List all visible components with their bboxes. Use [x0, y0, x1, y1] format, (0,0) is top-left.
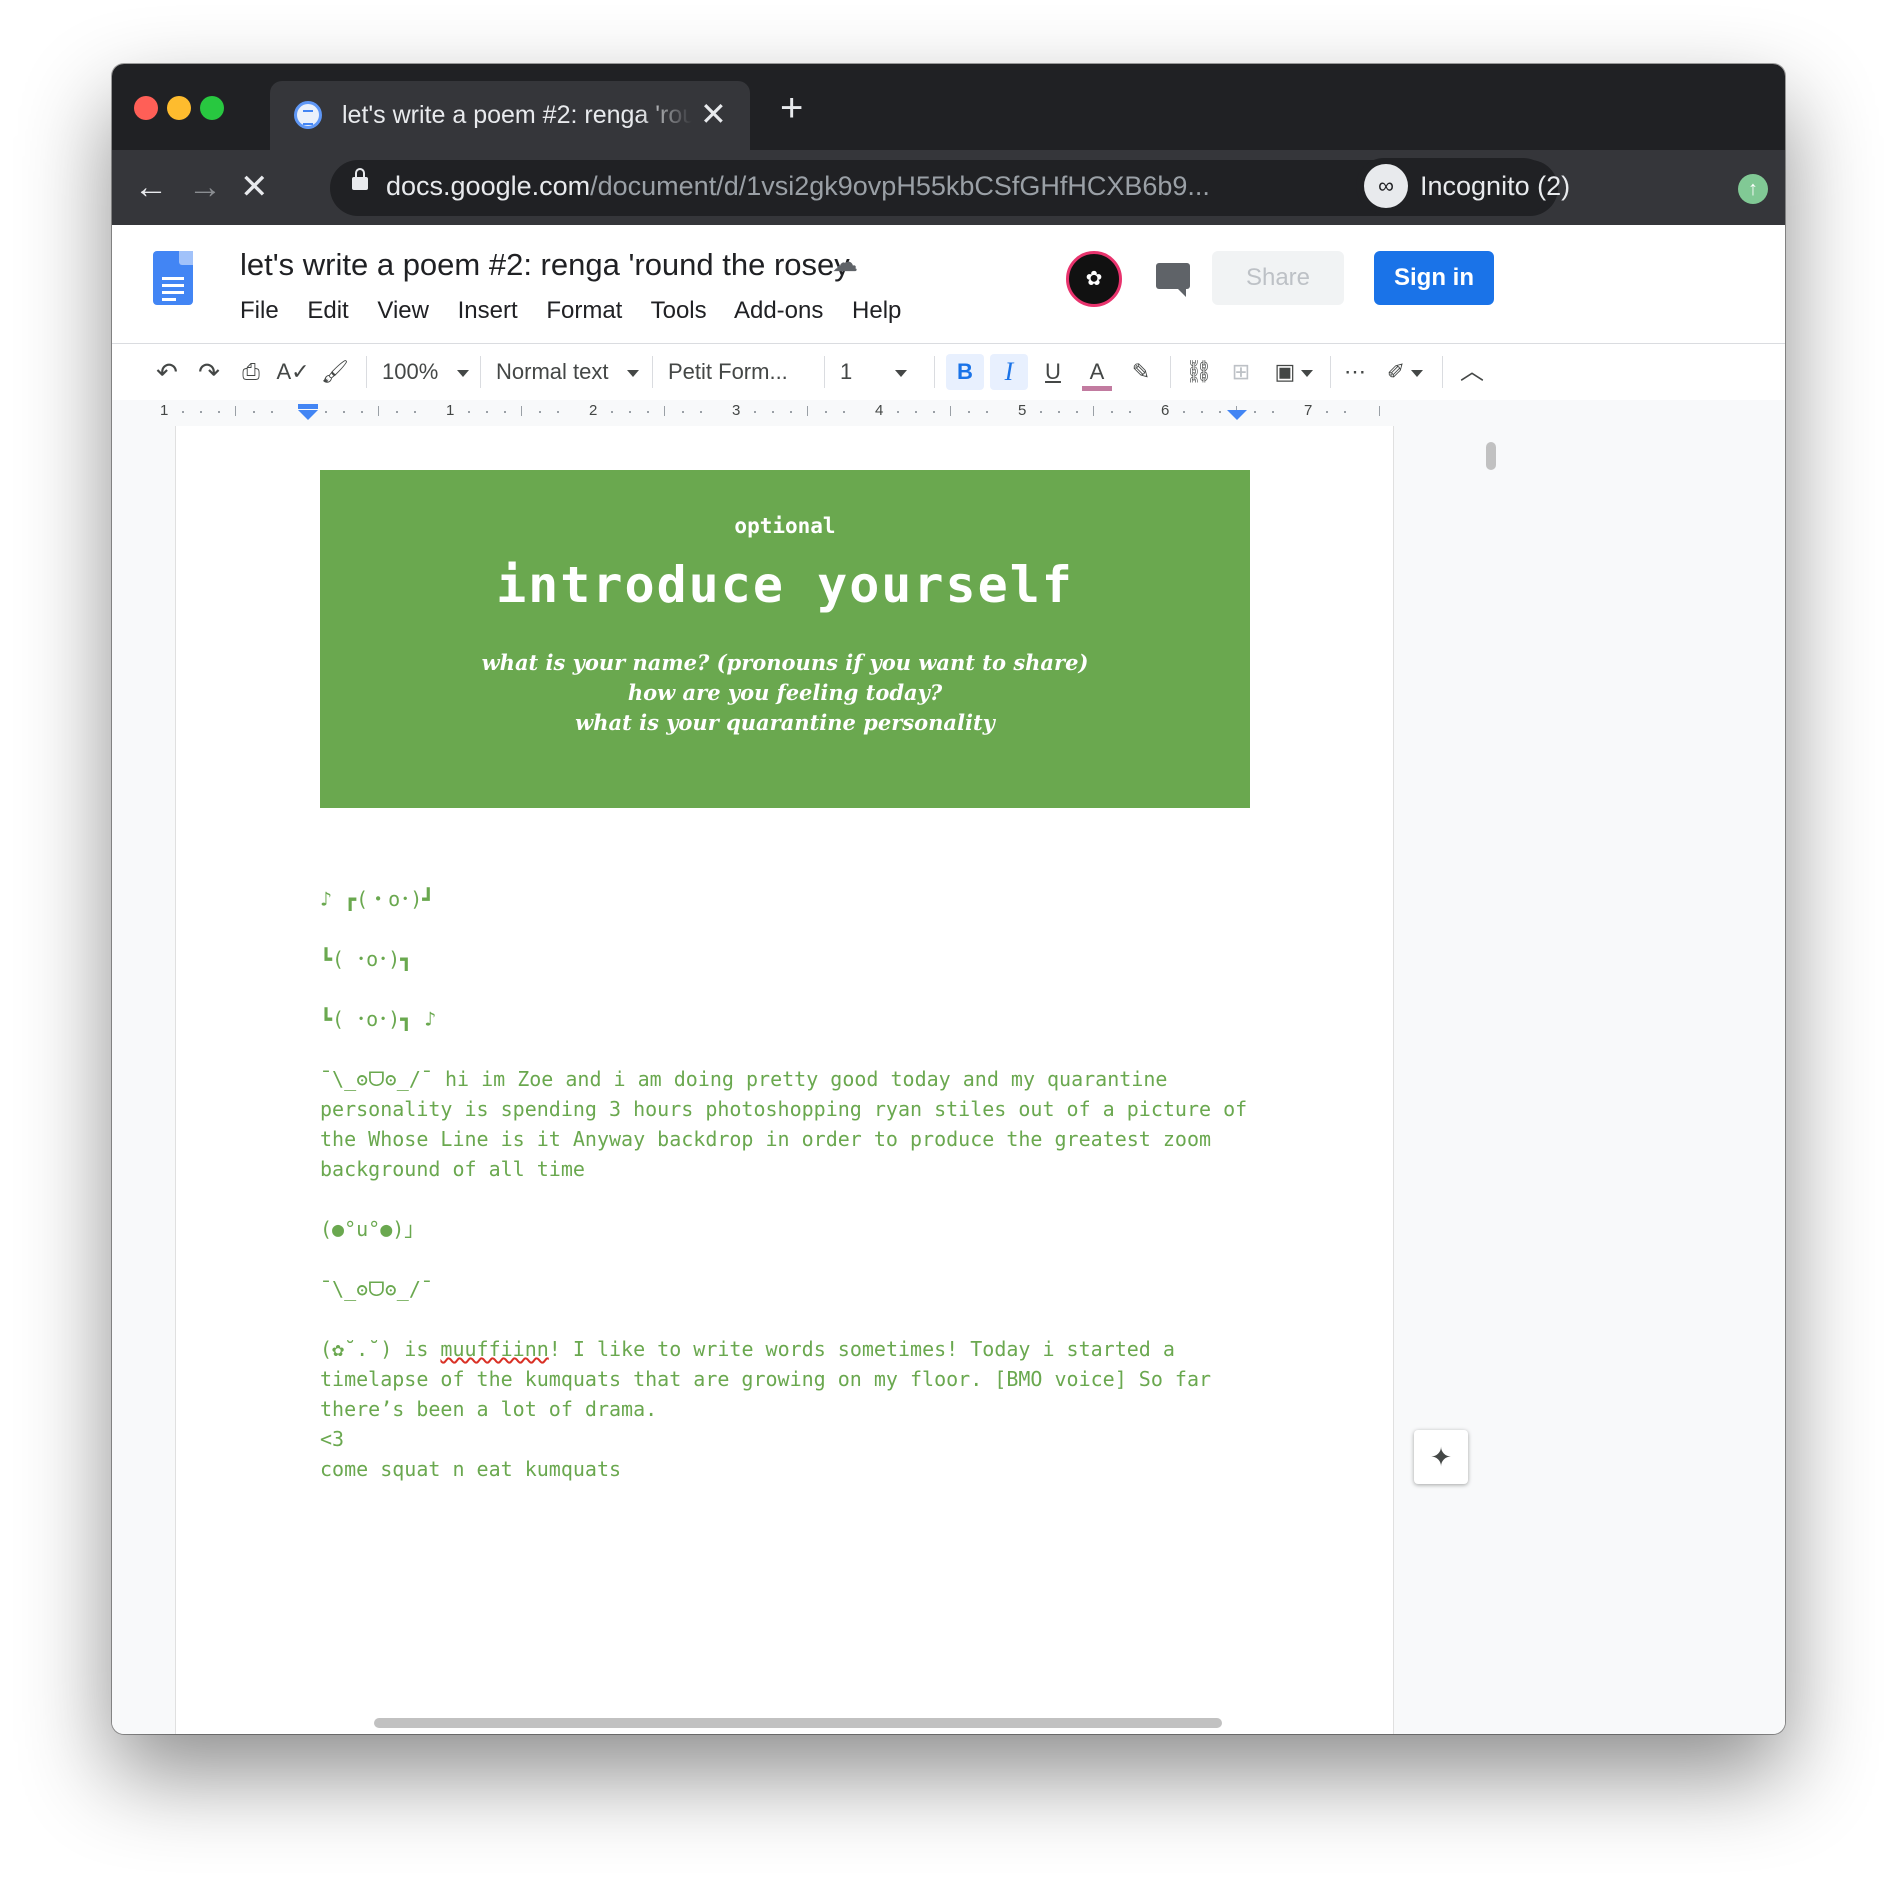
text-line: ¯\_ʘᗜʘ_/¯ — [320, 1277, 433, 1301]
bold-button[interactable]: B — [946, 354, 984, 390]
vertical-scrollbar[interactable] — [1486, 442, 1496, 470]
text-color-button[interactable]: A — [1078, 354, 1116, 391]
insert-link-icon[interactable]: ⛓ — [1180, 354, 1218, 390]
share-button[interactable]: Share — [1212, 251, 1344, 305]
incognito-icon: ∞ — [1364, 164, 1408, 208]
menu-insert[interactable]: Insert — [458, 297, 518, 324]
incognito-profile-button[interactable]: ∞ Incognito (2) — [1356, 158, 1570, 214]
intro-paragraph: (✿˘.˘) is muuffiinn! I like to write wor… — [320, 1337, 1212, 1421]
text-line: ┗( ･o･)┓ — [320, 947, 413, 971]
banner-question-1: what is your name? (pronouns if you want… — [481, 650, 1089, 675]
ruler[interactable]: 1 1 2 3 4 5 6 7 — [112, 400, 1785, 427]
sign-in-button[interactable]: Sign in — [1374, 251, 1494, 305]
italic-button[interactable]: I — [990, 354, 1028, 390]
misspelled-word[interactable]: muuffiinn — [440, 1337, 548, 1361]
underline-button[interactable]: U — [1034, 354, 1072, 390]
menu-view[interactable]: View — [377, 297, 429, 324]
text-line: <3 — [320, 1427, 345, 1451]
editing-mode-icon[interactable]: ✐ — [1374, 354, 1436, 390]
forward-button[interactable]: → — [188, 162, 222, 212]
browser-toolbar: ← → ✕ docs.google.com/document/d/1vsi2gk… — [112, 150, 1785, 225]
zoom-window-button[interactable] — [200, 96, 224, 120]
menu-tools[interactable]: Tools — [651, 297, 707, 324]
undo-icon[interactable]: ↶ — [150, 354, 184, 390]
text-line: (●°u°●)」 — [320, 1217, 425, 1241]
highlight-pen-icon[interactable]: ✎ — [1122, 354, 1160, 390]
back-button[interactable]: ← — [134, 162, 168, 212]
intro-paragraph: ¯\_ʘᗜʘ_/¯ hi im Zoe and i am doing prett… — [320, 1067, 1248, 1181]
text-line: ♪ ┏(・o･)┛ — [320, 887, 435, 911]
close-window-button[interactable] — [134, 96, 158, 120]
intro-banner: optional introduce yourself what is your… — [320, 470, 1250, 808]
first-line-indent-marker[interactable] — [298, 404, 318, 409]
tab-close-icon[interactable]: ✕ — [700, 95, 727, 133]
banner-optional-label: optional — [734, 514, 836, 538]
editing-toolbar: ↶ ↷ ⎙ A✓ 🖌 100% Normal text Petit Form..… — [112, 344, 1785, 413]
right-indent-marker[interactable] — [1227, 410, 1247, 420]
incognito-label: Incognito (2) — [1420, 171, 1571, 201]
browser-window: let's write a poem #2: renga 'round the … — [112, 64, 1785, 1734]
zoom-select[interactable]: 100% — [382, 354, 474, 390]
minimize-window-button[interactable] — [167, 96, 191, 120]
cloud-saved-icon[interactable]: ☁ — [832, 247, 858, 278]
print-icon[interactable]: ⎙ — [234, 354, 268, 390]
text-color-label: A — [1089, 359, 1105, 384]
menu-addons[interactable]: Add-ons — [734, 297, 823, 324]
url-text[interactable]: docs.google.com/document/d/1vsi2gk9ovpH5… — [386, 171, 1210, 202]
text-line: come squat n eat kumquats — [320, 1457, 622, 1481]
spellcheck-icon[interactable]: A✓ — [276, 354, 310, 390]
text-line: ┗( ･o･)┓ ♪ — [320, 1007, 437, 1031]
banner-question-3: what is your quarantine personality — [575, 710, 995, 735]
lock-icon[interactable] — [352, 168, 368, 190]
document-body[interactable]: ♪ ┏(・o･)┛ ┗( ･o･)┓ ┗( ･o･)┓ ♪ ¯\_ʘᗜʘ_/¯ … — [320, 884, 1260, 1484]
stop-loading-button[interactable]: ✕ — [240, 162, 269, 212]
comments-icon[interactable] — [1156, 263, 1190, 297]
tab-title: let's write a poem #2: renga 'round the … — [342, 101, 692, 129]
text-color-swatch — [1082, 386, 1112, 391]
docs-favicon-icon — [294, 101, 322, 129]
user-avatar[interactable]: ✿ — [1066, 251, 1122, 307]
banner-questions: what is your name? (pronouns if you want… — [320, 648, 1250, 738]
horizontal-scrollbar[interactable] — [374, 1718, 1222, 1728]
redo-icon[interactable]: ↷ — [192, 354, 226, 390]
insert-image-icon[interactable]: ▣ — [1264, 354, 1324, 390]
document-page[interactable]: optional introduce yourself what is your… — [176, 426, 1393, 1734]
explore-button[interactable]: ✦ — [1414, 1430, 1468, 1484]
menu-bar: File Edit View Insert Format Tools Add-o… — [240, 297, 923, 325]
browser-tab[interactable]: let's write a poem #2: renga 'round the … — [270, 81, 750, 150]
left-indent-marker[interactable] — [298, 410, 318, 420]
banner-question-2: how are you feeling today? — [627, 680, 943, 705]
docs-header: let's write a poem #2: renga 'round the … — [112, 225, 1785, 344]
tab-strip: let's write a poem #2: renga 'round the … — [112, 64, 1785, 150]
paragraph-style-select[interactable]: Normal text — [496, 354, 646, 390]
document-canvas: optional introduce yourself what is your… — [112, 426, 1785, 1734]
menu-help[interactable]: Help — [852, 297, 901, 324]
update-arrow-icon[interactable]: ↑ — [1738, 174, 1768, 204]
docs-logo-icon[interactable] — [153, 251, 193, 305]
banner-heading: introduce yourself — [496, 556, 1074, 614]
font-size-select[interactable]: 1 — [840, 354, 928, 390]
menu-edit[interactable]: Edit — [307, 297, 348, 324]
document-title[interactable]: let's write a poem #2: renga 'round the … — [240, 247, 850, 283]
menu-format[interactable]: Format — [546, 297, 622, 324]
collapse-toolbar-icon[interactable]: ︿ — [1452, 354, 1492, 390]
more-options-icon[interactable]: ⋯ — [1338, 354, 1372, 390]
new-tab-button[interactable]: + — [780, 88, 803, 128]
add-comment-icon[interactable]: ⊞ — [1222, 354, 1260, 390]
font-family-select[interactable]: Petit Form... — [668, 354, 818, 413]
menu-file[interactable]: File — [240, 297, 279, 324]
paint-format-icon[interactable]: 🖌 — [318, 354, 352, 390]
